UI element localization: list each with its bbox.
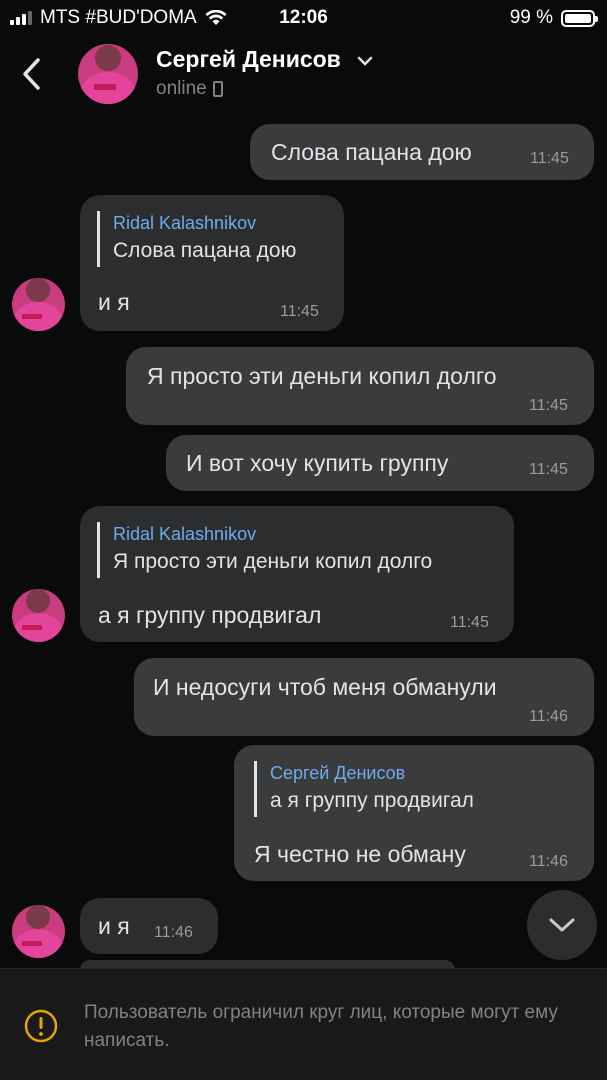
status-bar: MTS #BUD'DOMA 12:06 99 %	[0, 0, 607, 34]
message-time: 11:46	[529, 853, 568, 870]
message-time: 11:45	[530, 150, 569, 167]
battery-icon	[561, 9, 598, 27]
reply-author: Ridal Kalashnikov	[113, 213, 257, 233]
message-text: Слова пацана дою	[271, 139, 472, 165]
sender-avatar[interactable]	[12, 589, 65, 642]
message-time: 11:45	[529, 461, 568, 478]
sender-avatar[interactable]	[12, 278, 65, 331]
message-bubble-outgoing[interactable]: И вот хочу купить группу 11:45	[166, 435, 594, 491]
scroll-down-button[interactable]	[527, 890, 597, 960]
chat-header: Сергей Денисов online	[0, 34, 607, 114]
message-text: и я	[98, 913, 130, 939]
warning-icon	[24, 1009, 58, 1043]
message-bubble-outgoing[interactable]: И недосуги чтоб меня обманули 11:46	[134, 658, 594, 736]
battery-percent: 99 %	[509, 7, 553, 28]
online-status: online	[156, 78, 207, 99]
contact-name-text: Сергей Денисов	[156, 46, 341, 72]
message-time: 11:46	[529, 708, 568, 725]
message-time: 11:46	[154, 924, 193, 941]
back-button[interactable]	[14, 54, 48, 94]
sender-avatar[interactable]	[12, 905, 65, 958]
reply-text: Я просто эти деньги копил долго	[113, 550, 433, 573]
reply-text: а я группу продвигал	[270, 789, 474, 812]
chevron-down-icon	[549, 918, 575, 932]
message-text: а я группу продвигал	[98, 602, 322, 628]
restriction-text: Пользователь ограничил круг лиц, которые…	[84, 1002, 558, 1051]
contact-name[interactable]: Сергей Денисов	[156, 46, 373, 73]
reply-author: Сергей Денисов	[270, 763, 406, 783]
reply-text: Слова пацана дою	[113, 239, 297, 262]
message-bubble-outgoing[interactable]: Я просто эти деньги копил долго 11:45	[126, 347, 594, 425]
battery-info: 99 %	[509, 7, 598, 29]
message-text: и я	[98, 289, 130, 315]
contact-status: online	[156, 78, 223, 100]
message-bubble-incoming[interactable]: Ridal Kalashnikov Слова пацана дою и я 1…	[80, 195, 344, 331]
message-bubble-incoming[interactable]: и я 11:46	[80, 898, 218, 954]
message-time: 11:45	[450, 614, 489, 631]
phone-icon	[212, 81, 223, 97]
contact-avatar[interactable]	[78, 44, 138, 104]
message-bubble-outgoing[interactable]: Сергей Денисов а я группу продвигал Я че…	[234, 745, 594, 881]
message-text: Я честно не обману	[254, 841, 466, 867]
message-text: И недосуги чтоб меня обманули	[153, 674, 497, 700]
message-time: 11:45	[529, 397, 568, 414]
message-text: И вот хочу купить группу	[186, 450, 449, 476]
reply-quote[interactable]: Сергей Денисов а я группу продвигал	[254, 761, 474, 817]
chevron-down-icon	[357, 56, 373, 66]
message-bubble-incoming[interactable]: Ridal Kalashnikov Я просто эти деньги ко…	[80, 506, 514, 642]
chevron-left-icon	[23, 58, 40, 90]
reply-quote[interactable]: Ridal Kalashnikov Слова пацана дою	[97, 211, 296, 267]
message-bubble-outgoing[interactable]: Слова пацана дою 11:45	[250, 124, 594, 180]
reply-quote[interactable]: Ridal Kalashnikov Я просто эти деньги ко…	[97, 522, 432, 578]
reply-author: Ridal Kalashnikov	[113, 524, 257, 544]
restriction-notice: Пользователь ограничил круг лиц, которые…	[0, 968, 607, 1080]
message-text: Я просто эти деньги копил долго	[147, 363, 497, 389]
message-time: 11:45	[280, 303, 319, 320]
